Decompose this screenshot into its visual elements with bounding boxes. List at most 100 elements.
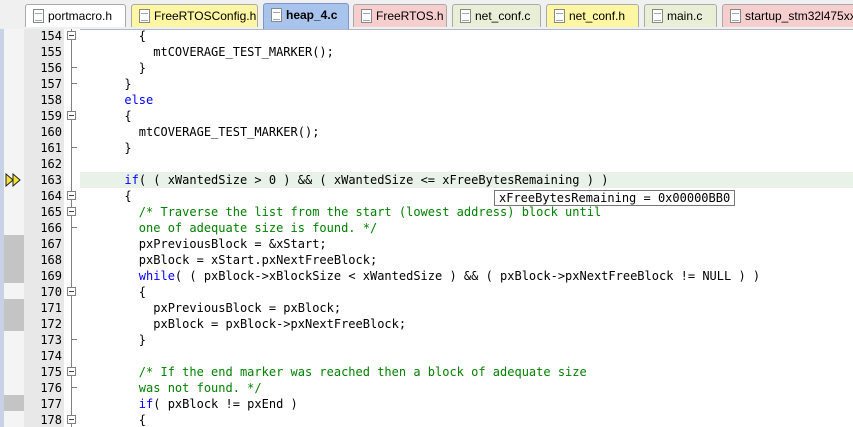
tab-net-conf-h[interactable]: net_conf.h <box>546 4 639 27</box>
tab-freertosconfig-h[interactable]: FreeRTOSConfig.h <box>131 4 258 27</box>
code-line[interactable]: 160 mtCOVERAGE_TEST_MARKER(); <box>0 124 853 140</box>
file-icon <box>460 9 471 23</box>
fold-line <box>71 396 72 412</box>
code-text: was not found. */ <box>81 381 262 395</box>
file-icon <box>361 9 372 23</box>
code-line[interactable]: 176 was not found. */ <box>0 380 853 396</box>
code-line[interactable]: 173 } <box>0 332 853 348</box>
code-line[interactable]: 158 else <box>0 92 853 108</box>
code-token: { <box>81 413 147 427</box>
fold-line <box>71 140 72 156</box>
tab-net-conf-c[interactable]: net_conf.c <box>452 4 541 27</box>
code-line[interactable]: 156 } <box>0 60 853 76</box>
code-token: pxBlock = pxBlock->pxNextFreeBlock; <box>81 317 407 331</box>
comment-token: one of adequate size is found. */ <box>138 221 378 235</box>
code-line[interactable]: 155 mtCOVERAGE_TEST_MARKER(); <box>0 44 853 60</box>
executable-line-marker <box>4 251 24 267</box>
line-number: 173 <box>40 333 62 347</box>
code-text: { <box>81 413 146 427</box>
code-token: pxPreviousBlock = &xStart; <box>81 237 327 251</box>
code-line[interactable]: 170 { <box>0 284 853 300</box>
executable-line-marker <box>4 299 24 315</box>
code-editor[interactable]: 154 {155 mtCOVERAGE_TEST_MARKER(); 156 } 1… <box>0 29 853 427</box>
executable-line-marker <box>4 267 24 283</box>
tab-main-c[interactable]: main.c <box>644 4 717 27</box>
code-text: /* Traverse the list from the start (low… <box>81 205 601 219</box>
file-icon <box>730 9 741 23</box>
code-line[interactable]: 159 { <box>0 108 853 124</box>
executable-line-marker <box>4 395 24 411</box>
code-text: { <box>81 285 146 299</box>
code-token: mtCOVERAGE_TEST_MARKER(); <box>81 125 320 139</box>
fold-collapse-icon[interactable] <box>67 367 76 376</box>
line-number: 154 <box>40 29 62 43</box>
file-icon <box>554 9 565 23</box>
code-line[interactable]: 178 { <box>0 412 853 427</box>
fold-end-mark <box>71 67 77 68</box>
tab-label: heap_4.c <box>286 8 338 22</box>
code-text: if( pxBlock != pxEnd ) <box>81 397 298 411</box>
code-line[interactable]: 165 /* Traverse the list from the start … <box>0 204 853 220</box>
code-line[interactable]: 167 pxPreviousBlock = &xStart; <box>0 235 853 252</box>
code-line[interactable]: 157 } <box>0 76 853 92</box>
fold-line <box>71 252 72 268</box>
fold-line <box>71 92 72 108</box>
fold-end-mark <box>71 147 77 148</box>
code-line[interactable]: 175 /* If the end marker was reached the… <box>0 364 853 380</box>
code-text: /* If the end marker was reached then a … <box>81 365 587 379</box>
code-token: { <box>81 109 132 123</box>
code-token: pxBlock = xStart.pxNextFreeBlock; <box>81 253 378 267</box>
code-line[interactable]: 166 one of adequate size is found. */ <box>0 220 853 236</box>
line-number: 158 <box>40 93 62 107</box>
code-line[interactable]: 154 { <box>0 29 853 44</box>
fold-end-mark <box>71 339 77 340</box>
code-line[interactable]: 168 pxBlock = xStart.pxNextFreeBlock; <box>0 251 853 268</box>
file-icon <box>652 9 663 23</box>
executable-line-marker <box>4 315 24 331</box>
code-token: } <box>81 77 132 91</box>
fold-collapse-icon[interactable] <box>67 191 76 200</box>
comment-token: /* If the end marker was reached then a … <box>138 365 587 379</box>
code-text: pxPreviousBlock = pxBlock; <box>81 301 341 315</box>
line-number: 169 <box>40 269 62 283</box>
code-token: { <box>81 189 132 203</box>
tab-heap-4-c[interactable]: heap_4.c <box>263 3 349 29</box>
line-number: 174 <box>40 349 62 363</box>
fold-collapse-icon[interactable] <box>67 31 76 40</box>
code-text: { <box>81 29 146 43</box>
code-token: } <box>81 141 132 155</box>
tab-startup-stm32l475xx[interactable]: startup_stm32l475xx <box>722 4 853 27</box>
fold-line <box>71 220 72 236</box>
line-number: 178 <box>40 413 62 427</box>
code-token: ( ( pxBlock->xBlockSize < xWantedSize ) … <box>174 269 761 283</box>
code-line[interactable]: 171 pxPreviousBlock = pxBlock; <box>0 299 853 316</box>
line-number: 156 <box>40 61 62 75</box>
code-line[interactable]: 161 } <box>0 140 853 156</box>
current-code-line[interactable]: 163 if( ( xWantedSize > 0 ) && ( xWanted… <box>0 172 853 188</box>
line-number: 164 <box>40 189 62 203</box>
tab-label: FreeRTOS.h <box>376 9 444 23</box>
fold-collapse-icon[interactable] <box>67 415 76 424</box>
code-line[interactable]: 177 if( pxBlock != pxEnd ) <box>0 395 853 412</box>
code-line[interactable]: 174 <box>0 348 853 364</box>
code-line[interactable]: 172 pxBlock = pxBlock->pxNextFreeBlock; <box>0 315 853 332</box>
code-line[interactable]: 169 while( ( pxBlock->xBlockSize < xWant… <box>0 267 853 284</box>
line-number: 161 <box>40 141 62 155</box>
code-text: pxBlock = pxBlock->pxNextFreeBlock; <box>81 317 406 331</box>
fold-collapse-icon[interactable] <box>67 207 76 216</box>
fold-collapse-icon[interactable] <box>67 287 76 296</box>
keyword-token: else <box>124 93 154 107</box>
fold-line <box>71 268 72 284</box>
line-number: 172 <box>40 317 62 331</box>
line-number: 165 <box>40 205 62 219</box>
tab-freertos-h[interactable]: FreeRTOS.h <box>353 4 447 27</box>
line-number: 176 <box>40 381 62 395</box>
tab-portmacro-h[interactable]: portmacro.h <box>25 4 126 27</box>
tab-label: main.c <box>667 9 703 23</box>
fold-collapse-icon[interactable] <box>67 111 76 120</box>
code-line[interactable]: 162 <box>0 156 853 172</box>
fold-line <box>71 60 72 76</box>
